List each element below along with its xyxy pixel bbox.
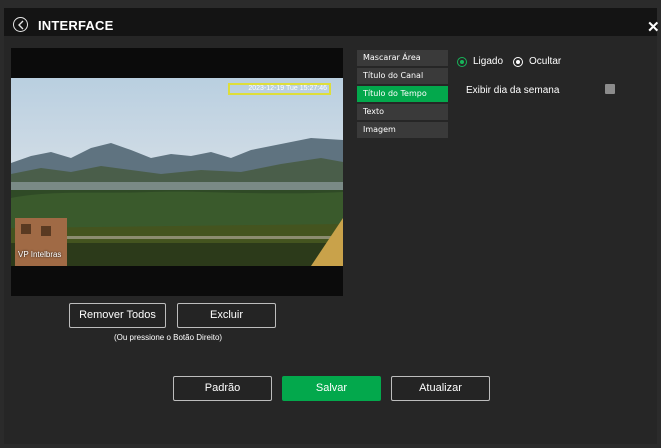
- weekday-label: Exibir dia da semana: [466, 85, 560, 96]
- radio-ocultar[interactable]: Ocultar: [513, 56, 561, 67]
- osd-item-texto[interactable]: Texto: [357, 104, 448, 120]
- channel-name-overlay[interactable]: VP Intelbras: [18, 250, 61, 259]
- radio-ligado[interactable]: Ligado: [457, 56, 503, 67]
- weekday-checkbox[interactable]: [605, 84, 615, 94]
- osd-item-titulo-tempo[interactable]: Título do Tempo: [357, 86, 448, 102]
- close-icon[interactable]: ✕: [647, 20, 660, 35]
- osd-item-imagem[interactable]: Imagem: [357, 122, 448, 138]
- delete-button[interactable]: Excluir: [177, 303, 276, 328]
- camera-image: 2023-12-19 Tue 15:27:46 VP Intelbras: [11, 78, 343, 266]
- page-title: INTERFACE: [38, 18, 114, 33]
- radio-ocultar-label: Ocultar: [529, 56, 562, 67]
- osd-item-titulo-canal[interactable]: Título do Canal: [357, 68, 448, 84]
- video-preview[interactable]: 2023-12-19 Tue 15:27:46 VP Intelbras: [11, 48, 343, 296]
- radio-ligado-label: Ligado: [473, 56, 504, 67]
- refresh-button[interactable]: Atualizar: [391, 376, 490, 401]
- remove-all-button[interactable]: Remover Todos: [69, 303, 166, 328]
- radio-ligado-indicator[interactable]: [457, 56, 467, 67]
- time-title-overlay[interactable]: 2023-12-19 Tue 15:27:46: [228, 83, 331, 95]
- back-icon[interactable]: [13, 17, 28, 32]
- default-button[interactable]: Padrão: [173, 376, 272, 401]
- right-click-hint: (Ou pressione o Botão Direito): [114, 333, 223, 342]
- osd-item-mascarar-area[interactable]: Mascarar Área: [357, 50, 448, 66]
- dialog-header: INTERFACE ✕: [4, 8, 660, 36]
- save-button[interactable]: Salvar: [282, 376, 381, 401]
- osd-menu: Mascarar Área Título do Canal Título do …: [357, 50, 448, 140]
- radio-ocultar-indicator[interactable]: [513, 56, 523, 67]
